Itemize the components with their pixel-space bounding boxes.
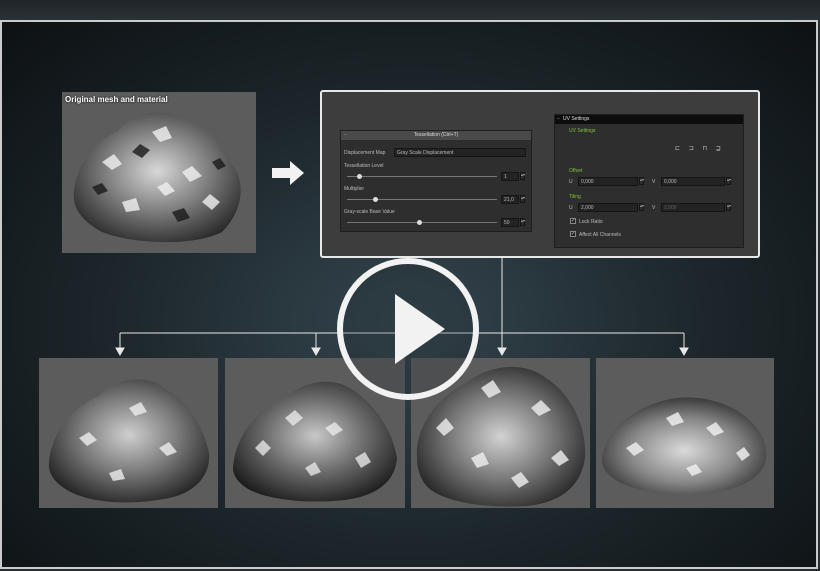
- rock-image: [601, 397, 767, 494]
- rock-image: [48, 379, 210, 503]
- result-panel-4: [596, 358, 774, 508]
- result-panel-1: [39, 358, 218, 508]
- play-button[interactable]: [337, 258, 479, 400]
- play-icon: [395, 294, 445, 364]
